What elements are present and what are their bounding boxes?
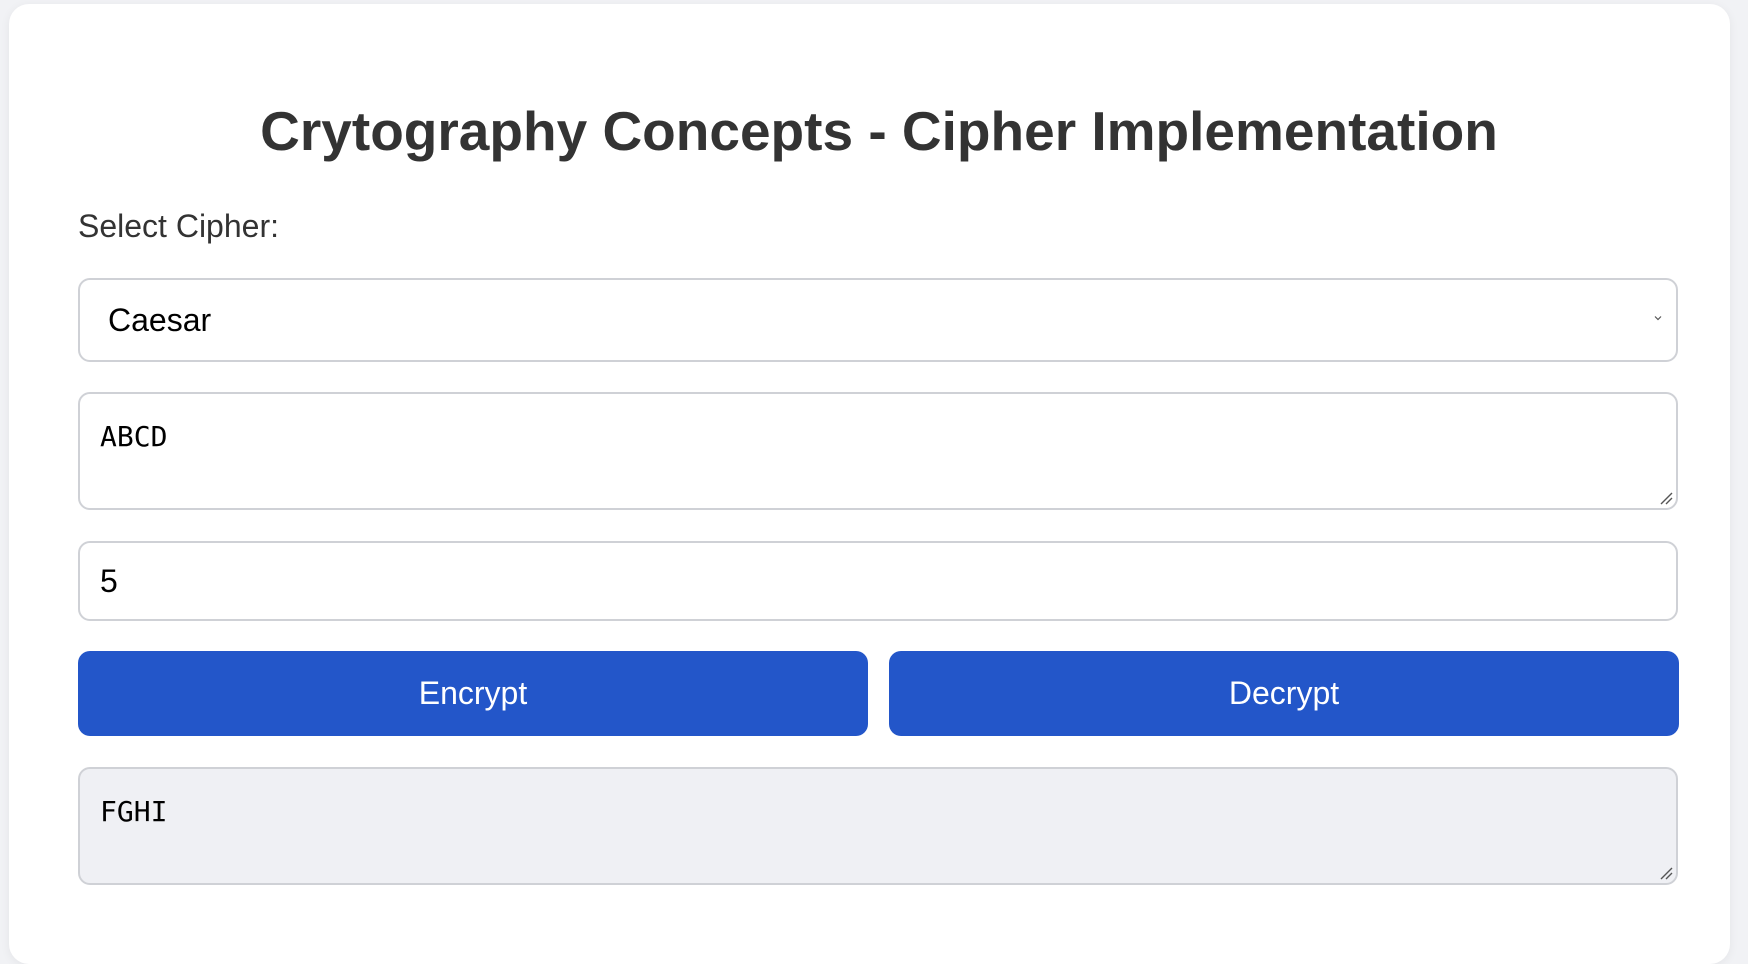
decrypt-button[interactable]: Decrypt — [889, 651, 1679, 736]
resize-handle-icon[interactable] — [1658, 865, 1674, 881]
chevron-down-icon — [1654, 316, 1662, 321]
cipher-select-label: Select Cipher: — [78, 208, 279, 244]
plaintext-value: ABCD — [100, 420, 168, 453]
output-textarea[interactable]: FGHI — [78, 767, 1678, 885]
encrypt-button[interactable]: Encrypt — [78, 651, 868, 736]
page-title: Crytography Concepts - Cipher Implementa… — [260, 100, 1498, 162]
cipher-select[interactable]: Caesar — [78, 278, 1678, 362]
resize-handle-icon[interactable] — [1658, 490, 1674, 506]
plaintext-input[interactable]: ABCD — [78, 392, 1678, 510]
shift-value: 5 — [100, 563, 118, 599]
output-value: FGHI — [100, 795, 168, 828]
shift-input[interactable]: 5 — [78, 541, 1678, 621]
cipher-select-value: Caesar — [108, 302, 212, 338]
cipher-card: Crytography Concepts - Cipher Implementa… — [9, 4, 1730, 964]
